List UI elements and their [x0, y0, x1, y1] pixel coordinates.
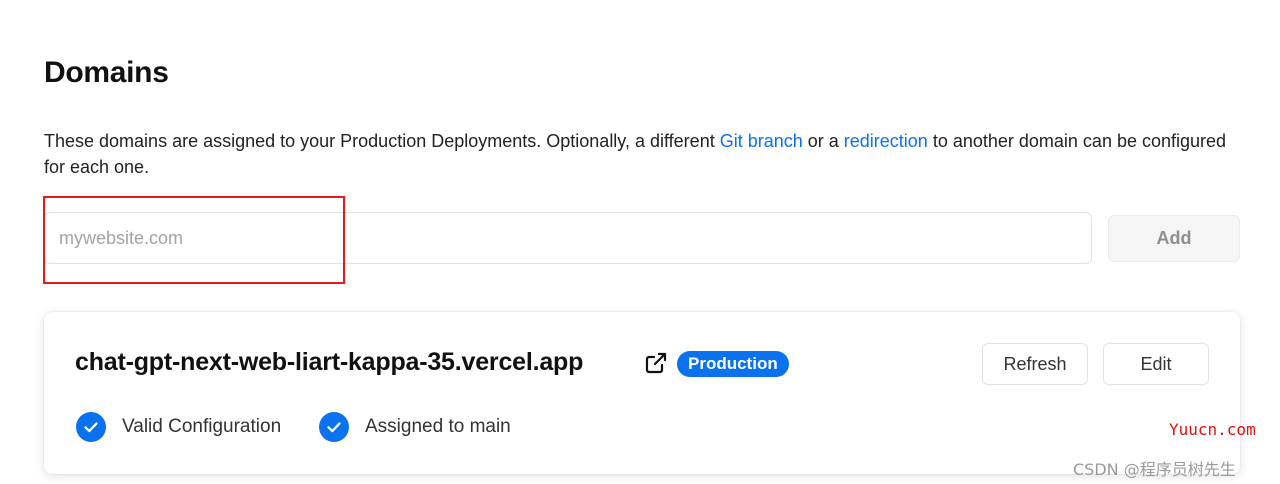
description-text-start: These domains are assigned to your Produ… [44, 131, 720, 151]
page-description: These domains are assigned to your Produ… [44, 128, 1244, 180]
external-link-icon[interactable] [644, 351, 668, 375]
check-circle-icon [319, 412, 349, 442]
description-text-middle: or a [802, 131, 844, 151]
add-button[interactable]: Add [1108, 215, 1240, 262]
git-branch-link[interactable]: Git branch [720, 131, 803, 151]
page-title: Domains [44, 56, 169, 89]
status-label: Assigned to main [365, 416, 511, 437]
watermark-site: Yuucn.com [1169, 420, 1256, 439]
redirection-link[interactable]: redirection [844, 131, 928, 151]
status-assigned-to-main: Assigned to main [319, 412, 511, 442]
edit-button[interactable]: Edit [1103, 343, 1209, 385]
status-valid-configuration: Valid Configuration [76, 412, 281, 442]
watermark-author: CSDN @程序员树先生 [1073, 460, 1236, 479]
refresh-button[interactable]: Refresh [982, 343, 1088, 385]
domain-input[interactable] [44, 212, 1092, 264]
status-label: Valid Configuration [122, 416, 282, 437]
check-circle-icon [76, 412, 106, 442]
production-badge: Production [677, 351, 789, 377]
domain-card: chat-gpt-next-web-liart-kappa-35.vercel.… [44, 312, 1240, 474]
domain-name[interactable]: chat-gpt-next-web-liart-kappa-35.vercel.… [75, 348, 583, 377]
